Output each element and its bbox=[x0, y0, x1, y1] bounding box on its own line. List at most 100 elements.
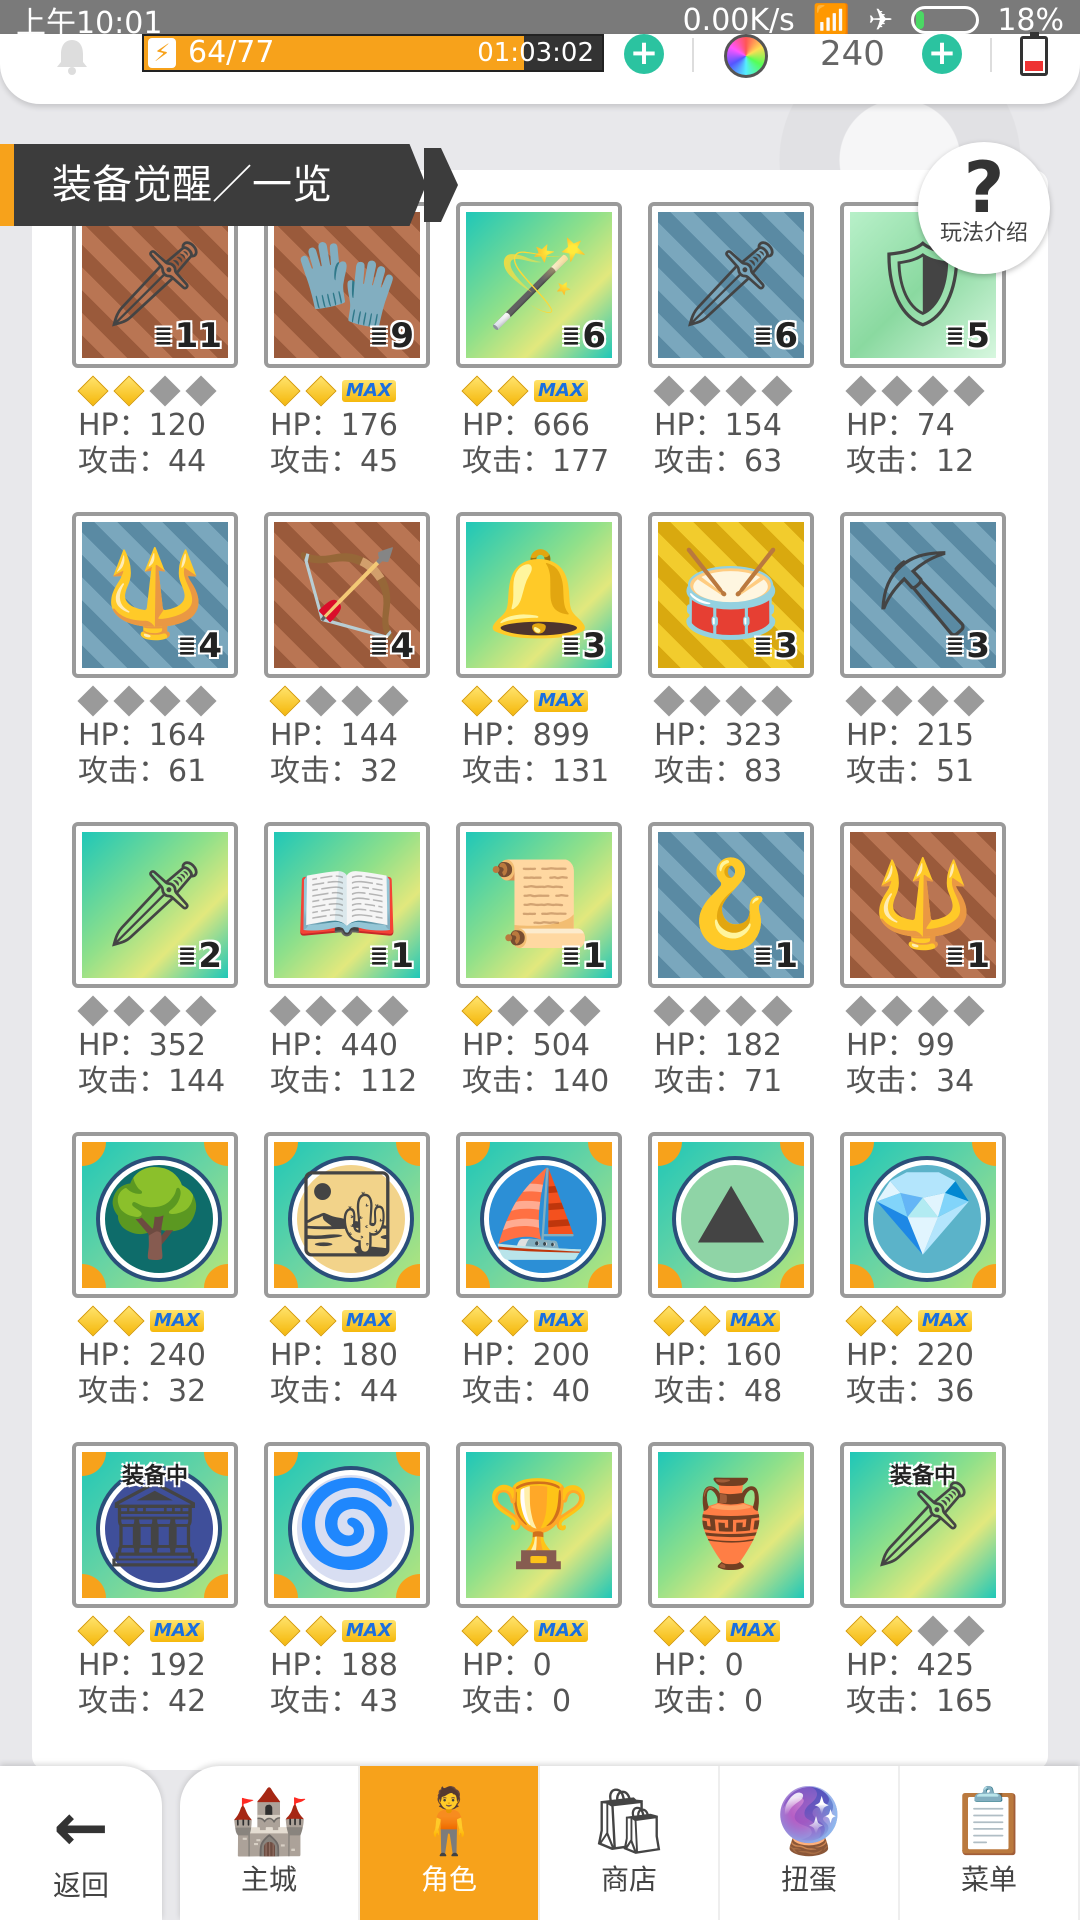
equipment-tile[interactable]: 📜 ≣ 1 bbox=[456, 822, 622, 988]
equipment-tile[interactable]: 🏛 装备中 bbox=[72, 1442, 238, 1608]
equipment-item[interactable]: 🔱 ≣ 4 HP：164 攻击：61 bbox=[72, 512, 264, 822]
equipment-tile[interactable]: 🗡 ≣ 2 bbox=[72, 822, 238, 988]
equipment-item[interactable]: 🏛 装备中 MAX HP：192 攻击：42 bbox=[72, 1442, 264, 1752]
stamina-bar: ⚡ 64/77 01:03:02 bbox=[142, 34, 604, 72]
equipment-item[interactable]: 🗡 ≣ 2 HP：352 攻击：144 bbox=[72, 822, 264, 1132]
status-right: 0.00K/s 📶 ✈ 18% bbox=[683, 3, 1064, 38]
nav-tab[interactable]: 🛍 商店 bbox=[540, 1766, 720, 1920]
nav-tab-label: 角色 bbox=[420, 1863, 477, 1896]
help-button[interactable]: ? 玩法介绍 bbox=[918, 142, 1050, 274]
equipment-item[interactable]: 🌳 MAX HP：240 攻击：32 bbox=[72, 1132, 264, 1442]
attack-stat: 攻击：36 bbox=[846, 1374, 974, 1410]
equipment-item[interactable]: 🔔 ≣ 3 MAX HP：899 攻击：131 bbox=[456, 512, 648, 822]
gold-diamond-icon bbox=[269, 685, 301, 717]
equipment-item[interactable]: 🌀 MAX HP：188 攻击：43 bbox=[264, 1442, 456, 1752]
awaken-rank: MAX bbox=[76, 1614, 204, 1648]
equipment-tile[interactable]: 🏹 ≣ 4 bbox=[264, 512, 430, 678]
equipment-tile[interactable]: ⛰ bbox=[648, 1132, 814, 1298]
gray-diamond-icon bbox=[113, 685, 145, 717]
add-gems-button[interactable]: + bbox=[922, 34, 962, 74]
equipment-item[interactable]: ⛵ MAX HP：200 攻击：40 bbox=[456, 1132, 648, 1442]
nav-tab[interactable]: 🏰 主城 bbox=[180, 1766, 360, 1920]
equipment-item[interactable]: 🪄 ≣ 6 MAX HP：666 攻击：177 bbox=[456, 202, 648, 512]
equipment-item[interactable]: ⛏ ≣ 3 HP：215 攻击：51 bbox=[840, 512, 1032, 822]
equipment-tile[interactable]: 💎 bbox=[840, 1132, 1006, 1298]
gray-diamond-icon bbox=[149, 375, 181, 407]
equipment-item[interactable]: 📜 ≣ 1 HP：504 攻击：140 bbox=[456, 822, 648, 1132]
hp-stat: HP：215 bbox=[846, 718, 974, 754]
equipment-tile[interactable]: 🪝 ≣ 1 bbox=[648, 822, 814, 988]
menu-icon: 📋 bbox=[949, 1785, 1029, 1859]
equipment-item[interactable]: ⛰ MAX HP：160 攻击：48 bbox=[648, 1132, 840, 1442]
add-stamina-button[interactable]: + bbox=[624, 34, 664, 74]
attack-stat: 攻击：0 bbox=[654, 1684, 763, 1720]
equipment-tile[interactable]: 🌀 bbox=[264, 1442, 430, 1608]
spear-icon: 🔱 bbox=[102, 544, 208, 643]
equipment-item[interactable]: 🥁 ≣ 3 HP：323 攻击：83 bbox=[648, 512, 840, 822]
attack-label: 攻击： bbox=[846, 1064, 936, 1099]
equipment-item[interactable]: 🗡 ≣ 6 HP：154 攻击：63 bbox=[648, 202, 840, 512]
attack-label: 攻击： bbox=[654, 1374, 744, 1409]
equipment-tile[interactable]: 🌳 bbox=[72, 1132, 238, 1298]
tile-corner bbox=[850, 1264, 874, 1288]
equipment-tile[interactable]: 🏜 bbox=[264, 1132, 430, 1298]
gacha-icon: 🔮 bbox=[769, 1785, 849, 1859]
tile-background: 🌀 bbox=[274, 1452, 420, 1598]
item-count-badge: ≣ 1 bbox=[370, 936, 414, 976]
equipment-item[interactable]: 🗡 ≣ 11 HP：120 攻击：44 bbox=[72, 202, 264, 512]
bolt-icon: ⚡ bbox=[148, 38, 176, 68]
hp-stat: HP：899 bbox=[462, 718, 590, 754]
equipment-item[interactable]: 🏆 MAX HP：0 攻击：0 bbox=[456, 1442, 648, 1752]
equipment-tile[interactable]: 🔱 ≣ 4 bbox=[72, 512, 238, 678]
equipment-item[interactable]: 🗡 装备中 HP：425 攻击：165 bbox=[840, 1442, 1032, 1752]
hp-label: HP： bbox=[462, 1338, 533, 1373]
equipment-item[interactable]: 🏜 MAX HP：180 攻击：44 bbox=[264, 1132, 456, 1442]
equipment-item[interactable]: 💎 MAX HP：220 攻击：36 bbox=[840, 1132, 1032, 1442]
equipment-tile[interactable]: 🔔 ≣ 3 bbox=[456, 512, 622, 678]
equipment-item[interactable]: 🧤 ≣ 9 MAX HP：176 攻击：45 bbox=[264, 202, 456, 512]
equipment-item[interactable]: 🏺 MAX HP：0 攻击：0 bbox=[648, 1442, 840, 1752]
attack-value: 177 bbox=[552, 444, 610, 479]
bow-icon: 🏹 bbox=[294, 544, 400, 643]
equipment-tile[interactable]: 🪄 ≣ 6 bbox=[456, 202, 622, 368]
equipment-item[interactable]: 🪝 ≣ 1 HP：182 攻击：71 bbox=[648, 822, 840, 1132]
equipment-item[interactable]: 🏹 ≣ 4 HP：144 攻击：32 bbox=[264, 512, 456, 822]
back-button[interactable]: ← 返回 bbox=[0, 1766, 162, 1920]
awaken-rank bbox=[652, 684, 796, 718]
tile-corner bbox=[780, 1264, 804, 1288]
awaken-rank bbox=[76, 994, 220, 1028]
equipment-tile[interactable]: 🗡 ≣ 11 bbox=[72, 202, 238, 368]
gold-diamond-icon bbox=[269, 1615, 301, 1647]
equipment-tile[interactable]: 📖 ≣ 1 bbox=[264, 822, 430, 988]
bell-icon[interactable] bbox=[52, 36, 92, 76]
awaken-rank bbox=[76, 374, 220, 408]
equipment-tile[interactable]: 🧤 ≣ 9 bbox=[264, 202, 430, 368]
gold-diamond-icon bbox=[113, 1615, 145, 1647]
tile-corner bbox=[82, 1264, 106, 1288]
equipment-tile[interactable]: ⛵ bbox=[456, 1132, 622, 1298]
equipment-item[interactable]: 🔱 ≣ 1 HP：99 攻击：34 bbox=[840, 822, 1032, 1132]
attack-label: 攻击： bbox=[270, 754, 360, 789]
equipment-tile[interactable]: ⛏ ≣ 3 bbox=[840, 512, 1006, 678]
tile-corner bbox=[82, 1142, 106, 1166]
attack-stat: 攻击：44 bbox=[270, 1374, 398, 1410]
status-speed: 0.00K/s bbox=[682, 2, 795, 38]
awaken-rank: MAX bbox=[652, 1304, 780, 1338]
nav-tab[interactable]: 🔮 扭蛋 bbox=[720, 1766, 900, 1920]
equipment-tile[interactable]: 🗡 装备中 bbox=[840, 1442, 1006, 1608]
attack-value: 0 bbox=[744, 1684, 764, 1719]
equipment-tile[interactable]: 🗡 ≣ 6 bbox=[648, 202, 814, 368]
hp-label: HP： bbox=[270, 1648, 341, 1683]
equipment-tile[interactable]: 🥁 ≣ 3 bbox=[648, 512, 814, 678]
attack-label: 攻击： bbox=[462, 1064, 552, 1099]
equipment-tile[interactable]: 🏆 bbox=[456, 1442, 622, 1608]
nav-tab[interactable]: 📋 菜单 bbox=[900, 1766, 1080, 1920]
nav-tab[interactable]: 🧍 角色 bbox=[360, 1766, 540, 1920]
gold-diamond-icon bbox=[77, 1615, 109, 1647]
equipment-item[interactable]: 📖 ≣ 1 HP：440 攻击：112 bbox=[264, 822, 456, 1132]
crystal-dome-icon: 💎 bbox=[870, 1164, 976, 1263]
max-badge: MAX bbox=[342, 1620, 396, 1642]
hp-label: HP： bbox=[846, 1028, 917, 1063]
equipment-tile[interactable]: 🔱 ≣ 1 bbox=[840, 822, 1006, 988]
equipment-tile[interactable]: 🏺 bbox=[648, 1442, 814, 1608]
